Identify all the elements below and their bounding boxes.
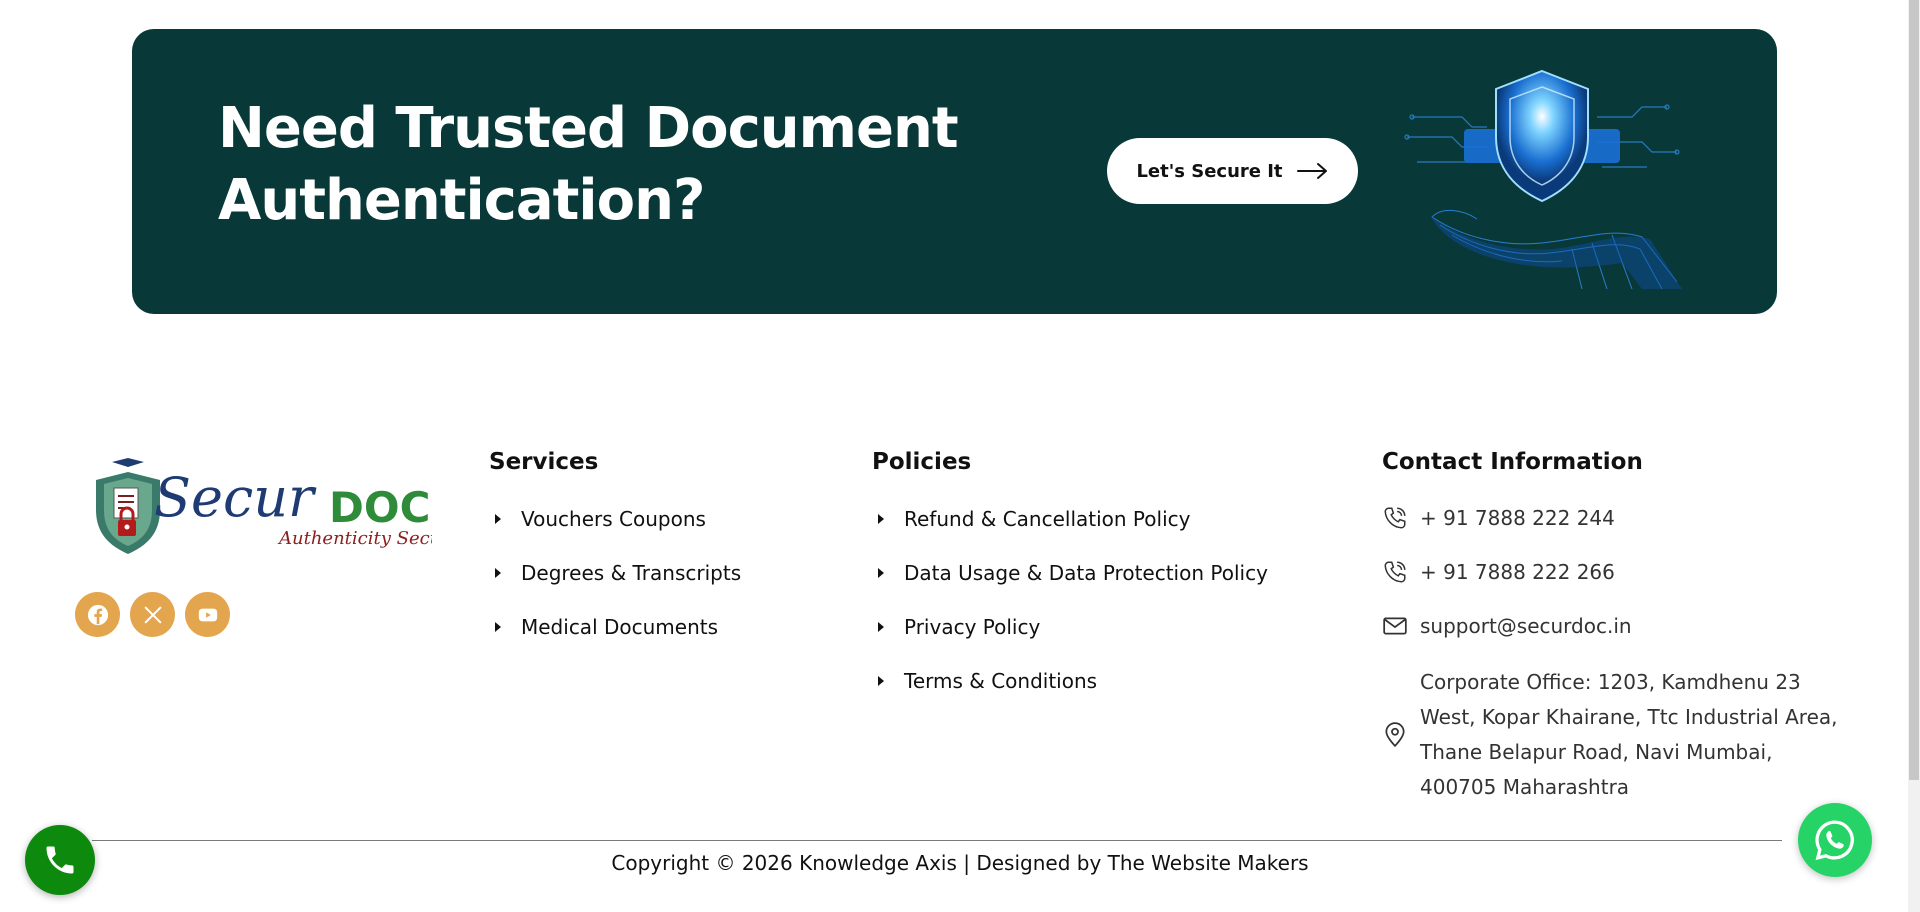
- policies-list: Refund & Cancellation Policy Data Usage …: [872, 492, 1268, 708]
- securdoc-logo[interactable]: Secur DOC Authenticity Secured: [84, 458, 472, 558]
- contact-phone-1[interactable]: + 91 7888 222 244: [1382, 491, 1842, 545]
- logo-emblem-icon: [96, 458, 160, 554]
- cta-title-line1: Need Trusted Document: [218, 96, 959, 161]
- social-links: [75, 592, 230, 637]
- contact-address: Corporate Office: 1203, Kamdhenu 23 West…: [1382, 665, 1842, 805]
- cta-title: Need Trusted Document Authentication?: [218, 93, 959, 237]
- service-link-medical[interactable]: Medical Documents: [489, 600, 741, 654]
- service-link-degrees[interactable]: Degrees & Transcripts: [489, 546, 741, 600]
- contact-phone-2[interactable]: + 91 7888 222 266: [1382, 545, 1842, 599]
- policies-heading: Policies: [872, 449, 972, 475]
- youtube-link[interactable]: [185, 592, 230, 637]
- mail-icon: [1383, 617, 1407, 635]
- svg-text:Secur: Secur: [154, 466, 317, 529]
- caret-right-icon: [495, 514, 501, 524]
- services-heading: Services: [489, 449, 599, 475]
- caret-right-icon: [878, 568, 884, 578]
- service-link-vouchers[interactable]: Vouchers Coupons: [489, 492, 741, 546]
- x-twitter-icon: [144, 606, 161, 623]
- caret-right-icon: [495, 622, 501, 632]
- facebook-link[interactable]: [75, 592, 120, 637]
- contact-email[interactable]: support@securdoc.in: [1382, 599, 1842, 653]
- policy-link-terms[interactable]: Terms & Conditions: [872, 654, 1268, 708]
- cta-button-label: Let's Secure It: [1136, 160, 1283, 182]
- svg-text:Authenticity Secured: Authenticity Secured: [277, 528, 432, 549]
- youtube-icon: [198, 608, 217, 621]
- policy-link-data-usage[interactable]: Data Usage & Data Protection Policy: [872, 546, 1268, 600]
- policy-link-privacy[interactable]: Privacy Policy: [872, 600, 1268, 654]
- scrollbar-thumb[interactable]: [1909, 0, 1919, 780]
- contact-heading: Contact Information: [1382, 449, 1643, 475]
- svg-text:DOC: DOC: [329, 483, 430, 532]
- page-scrollbar[interactable]: [1908, 0, 1920, 912]
- caret-right-icon: [878, 622, 884, 632]
- phone-icon: [1384, 507, 1406, 529]
- map-pin-icon: [1385, 722, 1405, 748]
- copyright-text: Copyright © 2026 Knowledge Axis | Design…: [611, 851, 1309, 875]
- call-now-button[interactable]: [25, 825, 95, 895]
- whatsapp-button[interactable]: [1798, 803, 1872, 877]
- shield-hand-illustration: [1404, 69, 1682, 290]
- phone-icon: [1384, 561, 1406, 583]
- facebook-icon: [87, 604, 108, 625]
- caret-right-icon: [495, 568, 501, 578]
- x-twitter-link[interactable]: [130, 592, 175, 637]
- caret-right-icon: [878, 676, 884, 686]
- contact-info: + 91 7888 222 244 + 91 7888 222 266 supp…: [1382, 491, 1842, 805]
- policy-link-refund[interactable]: Refund & Cancellation Policy: [872, 492, 1268, 546]
- phone-icon: [46, 846, 74, 874]
- cta-title-line2: Authentication?: [218, 168, 705, 233]
- lets-secure-it-button[interactable]: Let's Secure It: [1107, 138, 1358, 204]
- whatsapp-icon: [1815, 820, 1854, 861]
- services-list: Vouchers Coupons Degrees & Transcripts M…: [489, 492, 741, 654]
- cta-banner: Need Trusted Document Authentication? Le…: [132, 29, 1777, 314]
- footer-divider: [92, 840, 1782, 841]
- arrow-right-icon: [1296, 163, 1327, 179]
- caret-right-icon: [878, 514, 884, 524]
